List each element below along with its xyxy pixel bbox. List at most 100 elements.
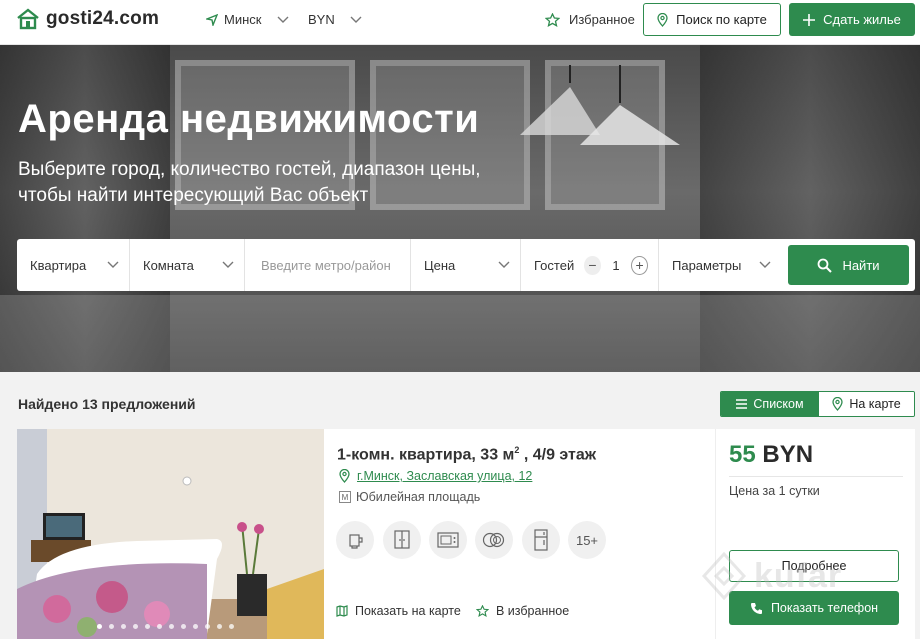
carousel-dot[interactable] (97, 624, 102, 629)
carousel-dot[interactable] (217, 624, 222, 629)
microwave-icon (429, 521, 467, 559)
amenities-more[interactable]: 15+ (568, 521, 606, 559)
carousel-dot[interactable] (121, 624, 126, 629)
view-map-label: На карте (849, 397, 901, 411)
search-icon (818, 258, 833, 273)
guests-decrement-button[interactable]: − (584, 255, 601, 275)
price-label: Цена (424, 257, 456, 273)
price-value: 55 (729, 441, 756, 468)
logo-text: gosti24.com (46, 8, 160, 29)
price-panel: 55 BYN Цена за 1 сутки Подробнее Показат… (715, 429, 915, 639)
type-label: Квартира (30, 257, 87, 273)
chevron-down-icon (222, 261, 234, 268)
hero-banner: Аренда недвижимости Выберите город, коли… (0, 45, 920, 372)
carousel-dot[interactable] (193, 624, 198, 629)
price-currency: BYN (762, 441, 814, 468)
map-search-button[interactable]: Поиск по карте (643, 3, 781, 36)
lamp-decoration (520, 65, 680, 145)
dishes-icon (475, 521, 513, 559)
view-list-button[interactable]: Списком (721, 392, 819, 416)
price-select[interactable]: Цена (411, 239, 521, 291)
metro-text: Юбилейная площадь (356, 490, 481, 504)
chevron-down-icon (350, 16, 362, 23)
chevron-down-icon (498, 261, 510, 268)
type-select[interactable]: Квартира (17, 239, 130, 291)
carousel-dot[interactable] (157, 624, 162, 629)
city-label: Минск (224, 12, 262, 27)
carousel-dot[interactable] (181, 624, 186, 629)
metro-placeholder: Введите метро/район (261, 257, 391, 273)
currency-selector[interactable]: BYN (308, 12, 362, 27)
photo-carousel-dots[interactable] (97, 624, 234, 629)
city-selector[interactable]: Минск (206, 12, 289, 27)
address-text: г.Минск, Заславская улица, 12 (357, 469, 533, 483)
phone-icon (750, 602, 762, 614)
wardrobe-icon (383, 521, 421, 559)
find-button[interactable]: Найти (788, 245, 909, 285)
map-pin-icon (339, 469, 350, 483)
add-favorite-link[interactable]: В избранное (476, 604, 569, 618)
listing-card: 1-комн. квартира, 33 м2 , 4/9 этаж г.Мин… (17, 429, 915, 639)
listing-photo[interactable] (17, 429, 324, 639)
view-list-label: Списком (753, 397, 804, 411)
star-icon (545, 12, 560, 27)
rooms-label: Комната (143, 257, 194, 273)
logo[interactable]: gosti24.com (16, 8, 159, 30)
price: 55 BYN (729, 441, 813, 469)
carousel-dot[interactable] (169, 624, 174, 629)
find-label: Найти (842, 257, 880, 273)
chevron-down-icon (277, 16, 289, 23)
params-select[interactable]: Параметры (659, 239, 781, 291)
currency-label: BYN (308, 12, 335, 27)
guests-increment-button[interactable]: + (631, 255, 648, 275)
watermark-logo-icon (701, 552, 747, 600)
chevron-down-icon (107, 261, 119, 268)
carousel-dot[interactable] (133, 624, 138, 629)
house-logo-icon (17, 8, 39, 30)
carousel-dot[interactable] (145, 624, 150, 629)
site-header: gosti24.com Минск BYN Избранное Поиск по… (0, 0, 920, 45)
search-bar: Квартира Комната Введите метро/район Цен… (17, 239, 915, 291)
listing-title-end: , 4/9 этаж (519, 446, 597, 464)
kufar-watermark: kufar (700, 552, 842, 600)
kettle-icon (336, 521, 374, 559)
listing-metro: М Юбилейная площадь (339, 490, 480, 504)
watermark-text: kufar (754, 556, 843, 595)
carousel-dot[interactable] (109, 624, 114, 629)
hero-title: Аренда недвижимости (18, 97, 480, 141)
show-on-map-label: Показать на карте (355, 604, 461, 618)
map-pin-icon (657, 12, 668, 27)
show-phone-label: Показать телефон (770, 601, 879, 615)
view-map-button[interactable]: На карте (819, 392, 914, 416)
view-toggle: Списком На карте (720, 391, 915, 417)
price-period: Цена за 1 сутки (729, 484, 820, 498)
favorites-label: Избранное (569, 12, 635, 27)
map-icon (336, 605, 348, 617)
listing-title-main: 1-комн. квартира, 33 м (337, 446, 515, 464)
show-on-map-link[interactable]: Показать на карте (336, 604, 461, 618)
divider (729, 476, 903, 477)
rooms-select[interactable]: Комната (130, 239, 245, 291)
star-icon (476, 605, 489, 617)
rent-out-button[interactable]: Сдать жилье (789, 3, 915, 36)
map-pin-icon (832, 397, 843, 411)
list-icon (736, 399, 748, 409)
metro-input[interactable]: Введите метро/район (245, 239, 411, 291)
chevron-down-icon (759, 261, 771, 268)
listing-title[interactable]: 1-комн. квартира, 33 м2 , 4/9 этаж (337, 445, 596, 464)
guests-stepper: Гостей − 1 + (521, 239, 659, 291)
plus-icon (803, 13, 816, 26)
add-favorite-label: В избранное (496, 604, 570, 618)
params-label: Параметры (672, 257, 742, 273)
bedroom-photo (17, 429, 324, 639)
metro-icon: М (339, 491, 351, 503)
map-search-label: Поиск по карте (676, 12, 767, 27)
results-count: Найдено 13 предложений (18, 396, 196, 412)
carousel-dot[interactable] (229, 624, 234, 629)
listing-address[interactable]: г.Минск, Заславская улица, 12 (339, 469, 532, 483)
rent-out-label: Сдать жилье (823, 12, 901, 27)
hero-subtitle: Выберите город, количество гостей, диапа… (18, 159, 481, 206)
carousel-dot[interactable] (205, 624, 210, 629)
favorites-link[interactable]: Избранное (545, 12, 635, 27)
background-floor (0, 295, 920, 372)
